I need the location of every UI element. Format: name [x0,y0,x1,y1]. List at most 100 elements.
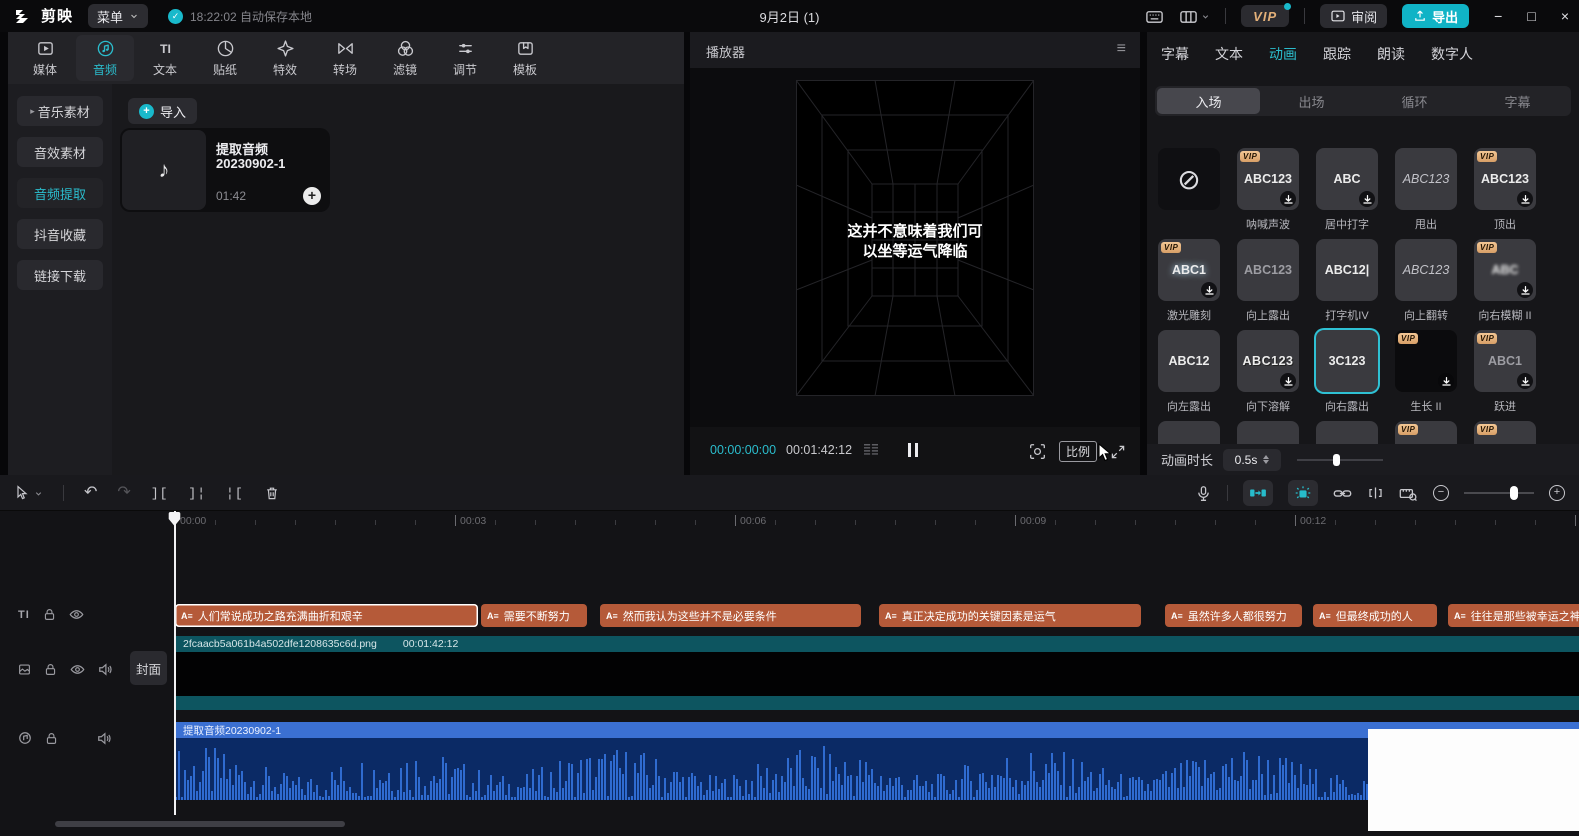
slider-handle[interactable] [1333,453,1341,466]
timeline-scrollbar[interactable] [55,821,345,827]
lock-icon[interactable] [44,663,57,676]
anim-tile-none[interactable]: ⊘ [1158,148,1220,210]
anim-tile-顶出[interactable]: ABC123 VIP [1474,148,1536,210]
subtitle-caption: 这并不意味着我们可 以坐等运气降临 [796,222,1034,262]
focus-preview-icon[interactable] [1029,443,1046,460]
pause-button[interactable] [908,443,918,457]
undo-button[interactable]: ↶ [84,485,97,501]
anim-tile-跃进[interactable]: ABC1 VIP [1474,330,1536,392]
sidebar-item-链接下载[interactable]: 链接下载 [17,260,103,290]
keyboard-shortcuts-icon[interactable] [1145,7,1164,26]
mute-icon[interactable] [97,731,111,745]
zoom-out-button[interactable]: − [1433,485,1449,501]
delete-button[interactable] [264,485,280,501]
sidebar-item-音频提取[interactable]: 音频提取 [17,178,103,208]
anim-subtab-循环[interactable]: 循环 [1363,88,1466,114]
cover-button[interactable]: 封面 [130,651,167,685]
anim-tile-呐喊声波[interactable]: ABC123 VIP [1237,148,1299,210]
eye-icon[interactable] [70,663,85,676]
sidebar-item-音效素材[interactable]: 音效素材 [17,137,103,167]
media-tab-滤镜[interactable]: 滤镜 [376,35,434,81]
export-button[interactable]: 导出 [1402,4,1470,28]
subtitle-clip[interactable]: A≡ 真正决定成功的关键因素是运气 [879,604,1141,627]
anim-tile-向左露出[interactable]: ABC12 [1158,330,1220,392]
frame-list-icon[interactable] [862,443,880,457]
media-tab-文本[interactable]: TI 文本 [136,35,194,81]
sidebar-item-抖音收藏[interactable]: 抖音收藏 [17,219,103,249]
anim-tile-向下溶解[interactable]: ABC123 [1237,330,1299,392]
media-tab-媒体[interactable]: 媒体 [16,35,74,81]
anim-tab-朗读[interactable]: 朗读 [1377,44,1405,64]
anim-subtab-字幕[interactable]: 字幕 [1466,88,1569,114]
lock-icon[interactable] [43,608,56,621]
anim-tile-向上翻转[interactable]: ABC123 [1395,239,1457,301]
menu-button[interactable]: 菜单 [88,4,149,28]
mute-icon[interactable] [98,663,112,676]
close-button[interactable]: × [1561,8,1569,24]
zoom-in-button[interactable]: + [1549,485,1565,501]
lock-icon[interactable] [45,732,58,745]
maximize-button[interactable]: □ [1527,8,1535,24]
anim-tile-生长 II[interactable]: VIP [1395,330,1457,392]
track-thumbnail-icon[interactable] [18,663,31,676]
add-to-timeline-button[interactable]: + [303,187,321,205]
anim-tile-甩出[interactable]: ABC123 [1395,148,1457,210]
subtitle-clip[interactable]: A≡ 虽然许多人都很努力 [1165,604,1302,627]
subtitle-clip[interactable]: A≡ 需要不断努力 [481,604,587,627]
media-tab-模板[interactable]: 模板 [496,35,554,81]
split-button[interactable]: ][ [151,486,169,501]
select-tool[interactable] [14,485,43,501]
auto-snap-button[interactable] [1288,480,1318,506]
anim-tile-居中打字[interactable]: ABC [1316,148,1378,210]
subtitle-clip[interactable]: A≡ 但最终成功的人 [1313,604,1437,627]
anim-tab-文本[interactable]: 文本 [1215,44,1243,64]
freeze-split-icon[interactable] [1367,485,1384,501]
review-button[interactable]: 审阅 [1320,4,1388,28]
vip-button[interactable]: VIP [1241,3,1292,27]
stepper-arrows-icon[interactable] [1263,455,1270,464]
media-tab-音频[interactable]: 音频 [76,35,134,81]
anim-tab-数字人[interactable]: 数字人 [1431,44,1473,64]
media-tab-调节[interactable]: 调节 [436,35,494,81]
delete-left-button[interactable]: ]¦ [188,486,206,501]
timeline-ruler[interactable]: 00:00 00:03 00:06 00:09 00:12 00:15 [0,511,1579,533]
anim-tile-向上露出[interactable]: ABC123 [1237,239,1299,301]
subtitle-clip[interactable]: A≡ 往往是那些被幸运之神 [1448,604,1579,627]
duration-value-stepper[interactable]: 0.5s [1223,448,1282,471]
preview-axis-icon[interactable] [1399,485,1418,502]
minimize-button[interactable]: − [1494,8,1502,24]
delete-right-button[interactable]: ¦[ [226,486,244,501]
anim-tile-打字机IV[interactable]: ABC12| [1316,239,1378,301]
anim-subtab-入场[interactable]: 入场 [1157,88,1260,114]
layout-switch-button[interactable] [1179,7,1210,26]
anim-tab-跟踪[interactable]: 跟踪 [1323,44,1351,64]
link-clips-icon[interactable] [1333,486,1352,501]
playhead-marker[interactable] [168,511,181,527]
ratio-button[interactable]: 比例 [1058,441,1097,462]
zoom-slider-handle[interactable] [1510,486,1518,500]
audio-track-icon[interactable] [18,731,32,745]
playhead-line[interactable] [174,511,176,815]
anim-tile-向右模糊 II[interactable]: ABC VIP [1474,239,1536,301]
anim-tab-字幕[interactable]: 字幕 [1161,44,1189,64]
import-button[interactable]: + 导入 [128,98,198,124]
subtitle-clip[interactable]: A≡ 人们常说成功之路充满曲折和艰辛 [175,604,478,627]
media-tab-转场[interactable]: 转场 [316,35,374,81]
subtitle-clip[interactable]: A≡ 然而我认为这些并不是必要条件 [600,604,861,627]
record-voiceover-icon[interactable] [1195,485,1212,502]
video-clip[interactable]: 2fcaacb5a061b4a502dfe1208635c6d.png 00:0… [175,636,1579,710]
main-track-snap-button[interactable] [1243,480,1273,506]
anim-tab-动画[interactable]: 动画 [1269,44,1297,64]
audio-asset-card[interactable]: ♪ 提取音频 20230902-1 01:42 + [120,128,330,212]
sidebar-item-音乐素材[interactable]: ▸ 音乐素材 [17,96,103,126]
timeline-zoom-slider[interactable] [1464,486,1534,500]
video-preview[interactable]: 这并不意味着我们可 以坐等运气降临 [796,80,1034,396]
media-tab-贴纸[interactable]: 贴纸 [196,35,254,81]
anim-tile-激光雕刻[interactable]: ABC1 VIP [1158,239,1220,301]
player-menu-icon[interactable]: ≡ [1117,40,1126,58]
eye-icon[interactable] [69,608,84,621]
anim-tile-向右露出[interactable]: 3C123 [1316,330,1378,392]
media-tab-特效[interactable]: 特效 [256,35,314,81]
anim-subtab-出场[interactable]: 出场 [1260,88,1363,114]
duration-slider[interactable] [1297,453,1384,466]
